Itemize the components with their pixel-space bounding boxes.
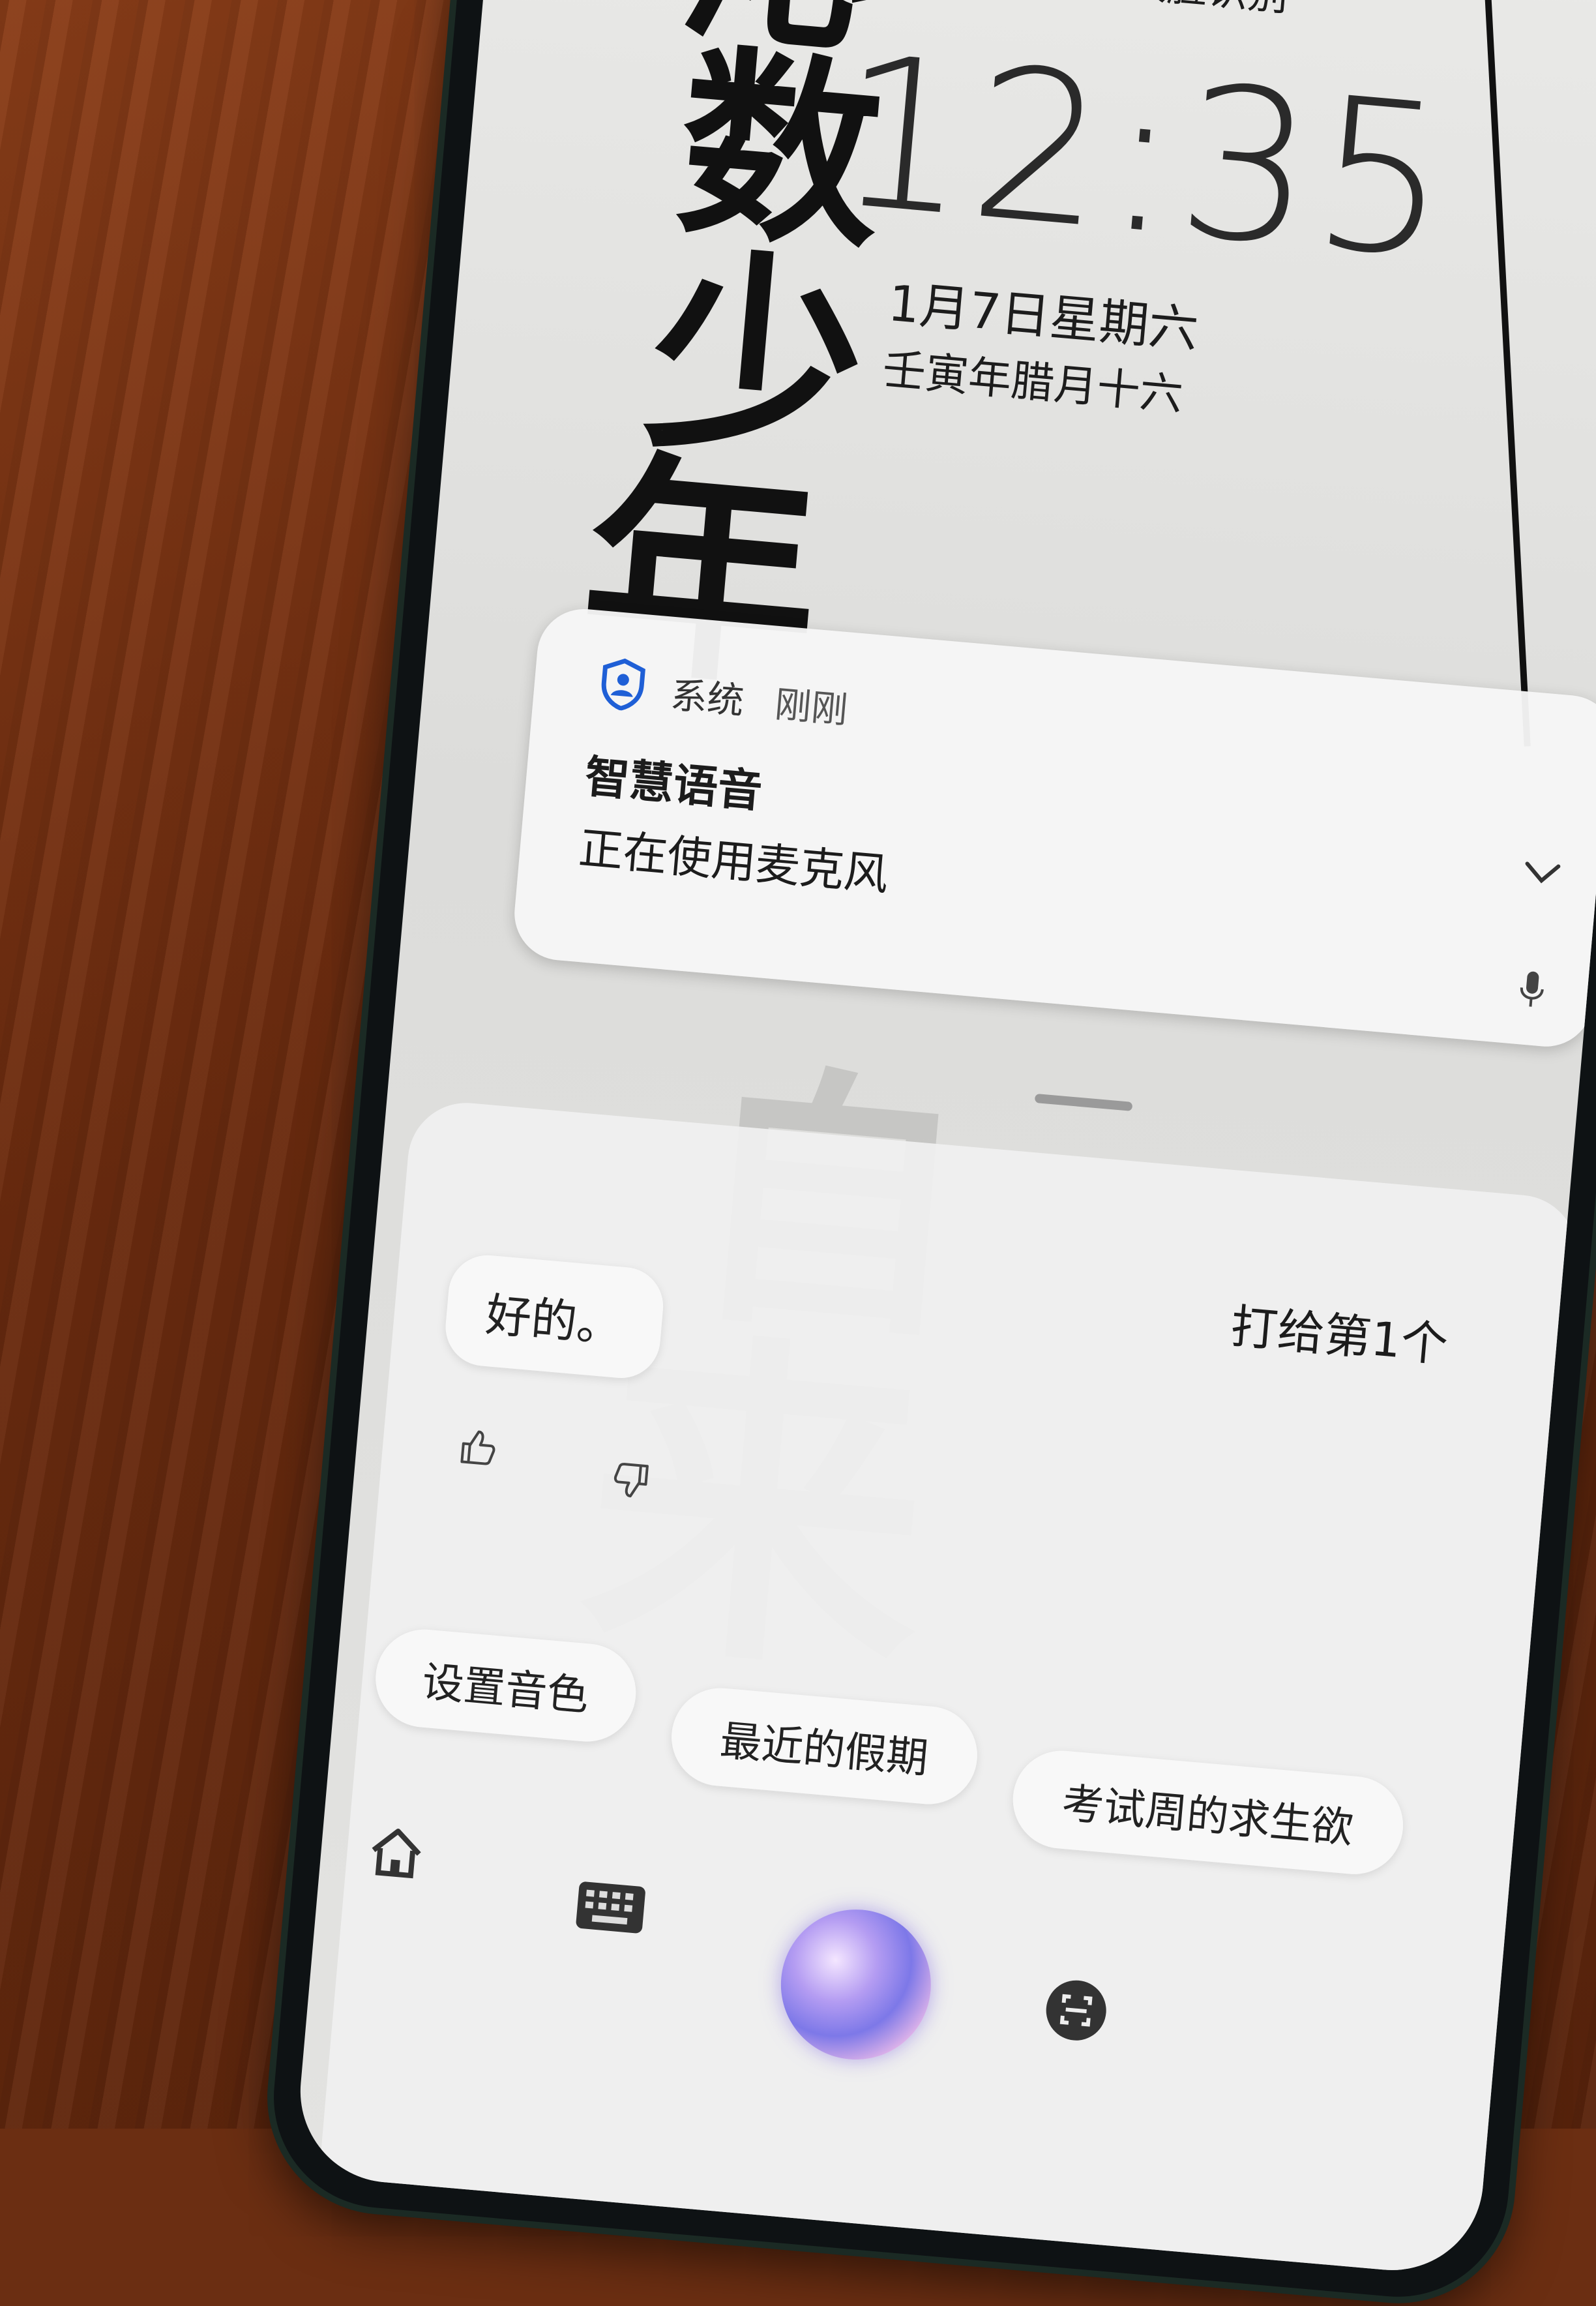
notification-time: 刚刚 bbox=[773, 683, 850, 732]
scan-icon[interactable] bbox=[1037, 1971, 1115, 2049]
phone-screen: 沁 数 少 年 自 来 双击屏幕进行人脸识别 12:35 1月7日星期六 壬寅年… bbox=[293, 0, 1596, 2278]
shield-person-icon bbox=[598, 656, 648, 712]
notification-app-name: 系统 bbox=[669, 674, 746, 723]
phone: 沁 数 少 年 自 来 双击屏幕进行人脸识别 12:35 1月7日星期六 壬寅年… bbox=[264, 0, 1596, 2306]
notification-card[interactable]: 系统 刚刚 智慧语音 正在使用麦克风 bbox=[510, 605, 1596, 1051]
chevron-down-icon[interactable] bbox=[1518, 854, 1566, 891]
thumbs-up-icon[interactable] bbox=[452, 1422, 502, 1472]
notification-title: 智慧语音 bbox=[583, 751, 765, 818]
assistant-reply-bubble: 好的。 bbox=[442, 1251, 667, 1381]
wallpaper-stroke bbox=[1479, 0, 1531, 747]
keyboard-icon[interactable] bbox=[569, 1872, 653, 1943]
notification-message: 正在使用麦克风 bbox=[576, 822, 891, 901]
drag-handle[interactable] bbox=[1034, 1093, 1133, 1111]
thumbs-down-icon[interactable] bbox=[607, 1456, 657, 1505]
home-icon[interactable] bbox=[357, 1814, 435, 1891]
assistant-reply-text: 好的。 bbox=[483, 1287, 625, 1353]
microphone-icon bbox=[1514, 966, 1550, 1014]
clock-time: 12:35 bbox=[827, 10, 1461, 306]
